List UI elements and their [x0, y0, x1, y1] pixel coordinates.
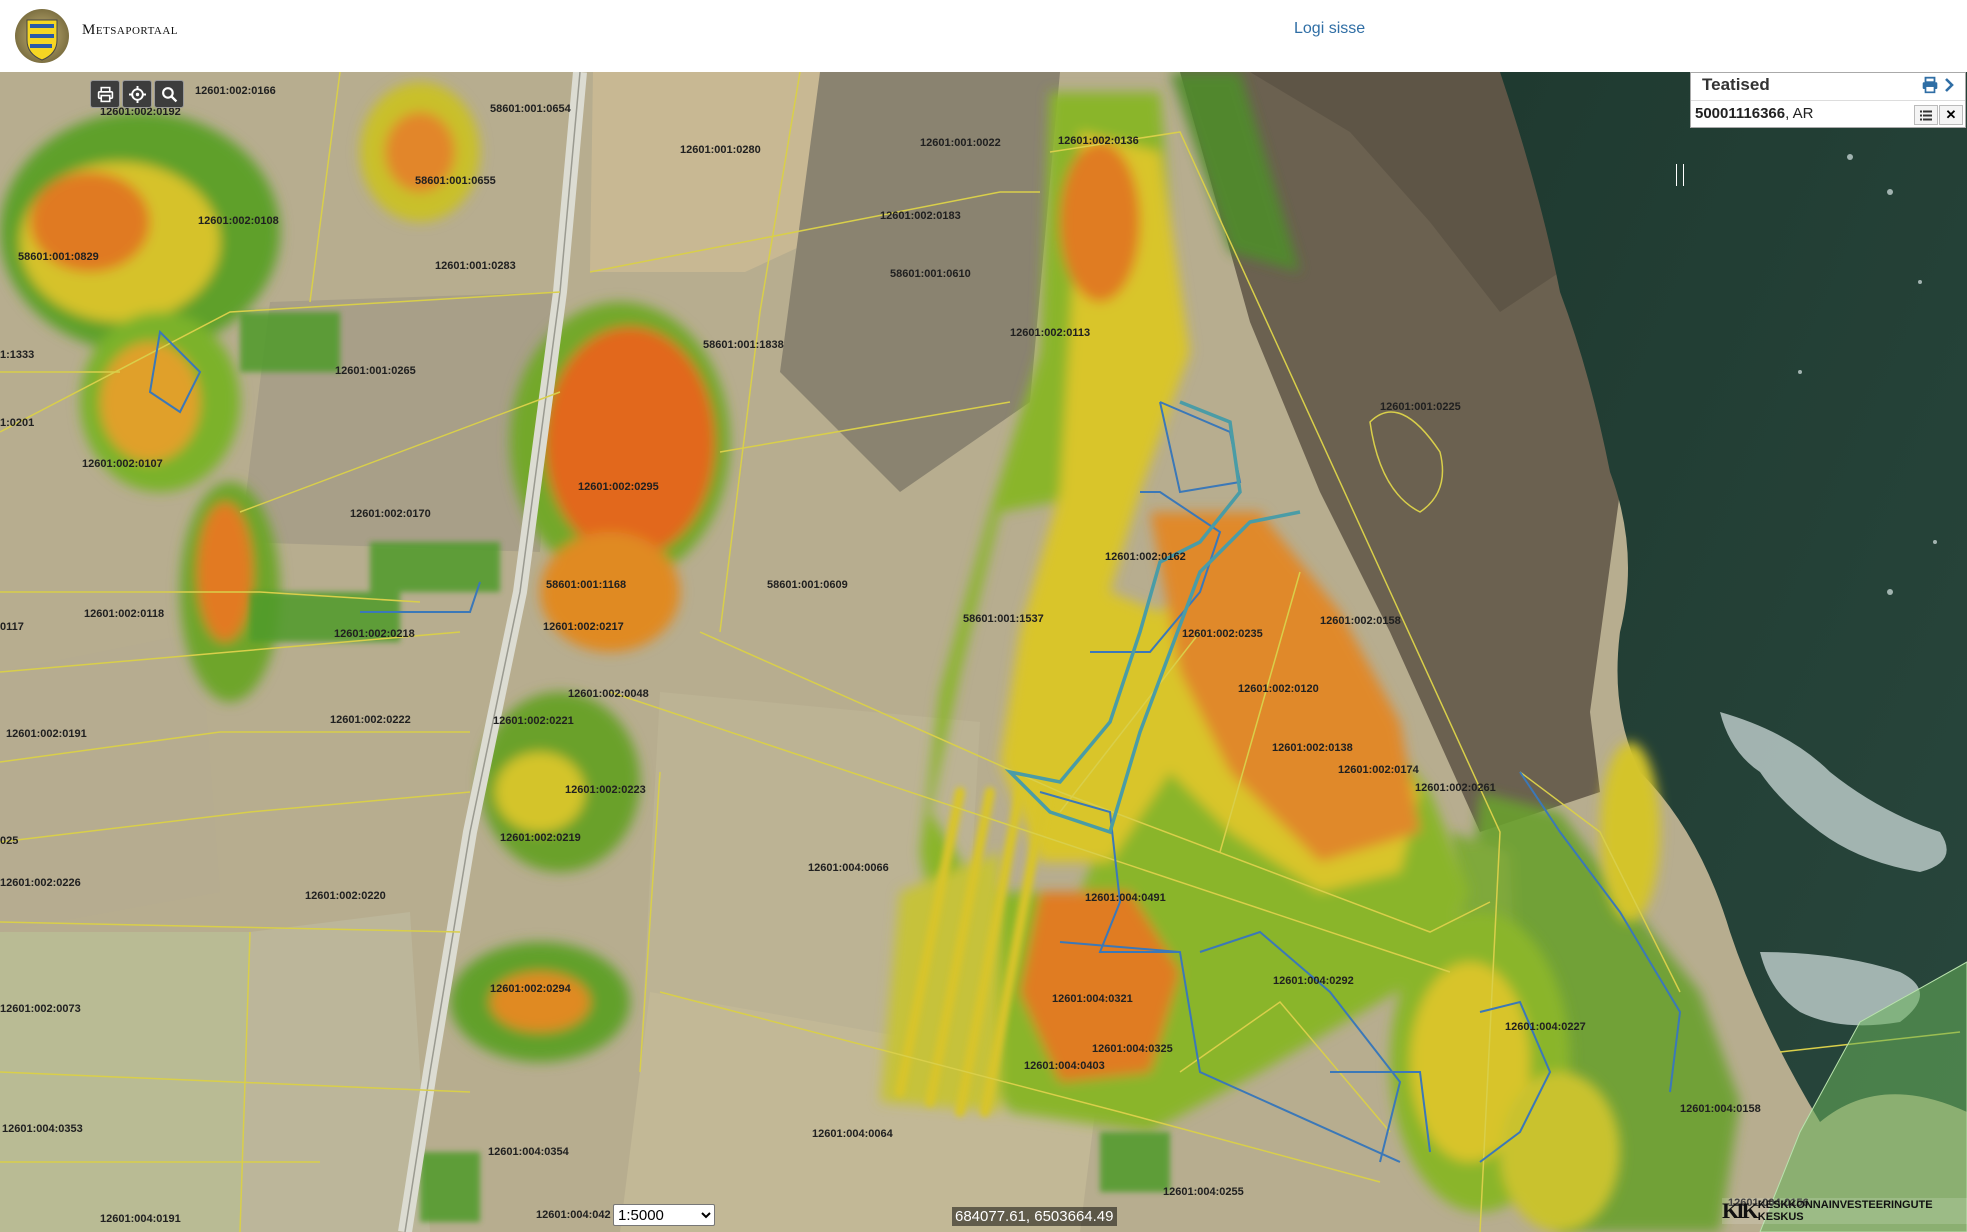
parcel-label[interactable]: 12601:002:0113	[1010, 327, 1090, 339]
parcel-label[interactable]: 12601:002:0107	[82, 458, 163, 470]
parcel-label[interactable]: 12601:002:0120	[1238, 683, 1319, 695]
parcel-label[interactable]: 58601:001:0655	[415, 175, 496, 187]
parcel-label[interactable]: 58601:001:0609	[767, 579, 848, 591]
parcel-label[interactable]: 12601:004:0325	[1092, 1043, 1173, 1055]
chevron-right-icon[interactable]	[1941, 76, 1957, 94]
cursor-coordinates: 684077.61, 6503664.49	[952, 1207, 1117, 1226]
parcel-label[interactable]: 12601:002:0220	[305, 890, 386, 902]
parcel-label[interactable]: 0117	[0, 621, 24, 633]
login-link[interactable]: Logi sisse	[1294, 20, 1365, 38]
parcel-label[interactable]: 12601:002:0223	[565, 784, 646, 796]
parcel-label[interactable]: 12601:004:0321	[1052, 993, 1133, 1005]
parcel-label[interactable]: 58601:001:0654	[490, 103, 572, 115]
parcel-label[interactable]: 12601:002:0073	[0, 1003, 81, 1015]
print-icon[interactable]	[1921, 76, 1939, 94]
parcel-label[interactable]: 12601:004:0227	[1505, 1021, 1586, 1033]
zoom-search-button[interactable]	[154, 80, 184, 108]
parcel-label[interactable]: 12601:001:0265	[335, 365, 416, 377]
list-view-button[interactable]	[1914, 105, 1938, 125]
parcel-label[interactable]: 12601:002:0158	[1320, 615, 1401, 627]
search-icon	[161, 86, 177, 102]
parcel-label[interactable]: 58601:001:0829	[18, 251, 99, 263]
notices-panel-title: Teatised	[1702, 75, 1770, 94]
parcel-label[interactable]: 12601:002:0222	[330, 714, 411, 726]
parcel-label[interactable]: 12601:002:0170	[350, 508, 431, 520]
parcel-label[interactable]: 58601:001:1168	[546, 579, 626, 591]
kik-logo-icon: KIK	[1722, 1198, 1759, 1223]
parcel-label[interactable]: 12601:002:0136	[1058, 135, 1139, 147]
credit-text: KESKKONNAINVESTEERINGUTE KESKUS	[1757, 1199, 1933, 1223]
parcel-label[interactable]: 1:0201	[0, 417, 34, 429]
parcel-label[interactable]: 12601:002:0295	[578, 481, 659, 493]
app-title: Metsaportaal	[82, 22, 179, 38]
map-toolbar	[90, 80, 184, 108]
print-icon	[97, 86, 113, 102]
notice-item[interactable]: 50001116366, AR ✕	[1691, 100, 1965, 127]
close-icon[interactable]: ✕	[1939, 105, 1963, 125]
parcel-label[interactable]: 12601:002:0183	[880, 210, 961, 222]
parcel-label[interactable]: 12601:002:0221	[493, 715, 574, 727]
orthophoto-map[interactable]: 12601:002:016612601:002:0192 58601:001:06…	[0, 72, 1967, 1232]
parcel-label[interactable]: 12601:002:0191	[6, 728, 87, 740]
notices-panel: Teatised 50001116366, AR ✕	[1690, 72, 1966, 128]
parcel-label[interactable]: 12601:004:0354	[488, 1146, 570, 1158]
parcel-label[interactable]: 12601:002:0294	[490, 983, 572, 995]
parcel-label[interactable]: 12601:004:0403	[1024, 1060, 1105, 1072]
parcel-label[interactable]: 1:1333	[0, 349, 34, 361]
parcel-label[interactable]: 12601:004:0191	[100, 1213, 181, 1225]
data-credit: KIK KESKKONNAINVESTEERINGUTE KESKUS	[1722, 1198, 1967, 1224]
parcel-label[interactable]: 12601:002:0226	[0, 877, 81, 889]
notice-type: , AR	[1785, 105, 1814, 122]
parcel-label[interactable]: 12601:002:0218	[334, 628, 415, 640]
parcel-label[interactable]: 12601:002:0118	[84, 608, 164, 620]
parcel-label[interactable]: 12601:002:0217	[543, 621, 624, 633]
parcel-label[interactable]: 12601:004:0066	[808, 862, 889, 874]
parcel-label[interactable]: 12601:001:0022	[920, 137, 1001, 149]
crosshair-icon	[128, 85, 146, 103]
parcel-label[interactable]: 12601:004:0353	[2, 1123, 83, 1135]
parcel-label[interactable]: 58601:001:0610	[890, 268, 971, 280]
parcel-label[interactable]: 12601:001:0225	[1380, 401, 1461, 413]
parcel-label[interactable]: 12601:002:0138	[1272, 742, 1353, 754]
notice-id: 50001116366	[1695, 105, 1786, 122]
top-header: Metsaportaal Logi sisse	[0, 0, 1967, 72]
parcel-label[interactable]: 12601:002:0174	[1338, 764, 1420, 776]
parcel-label[interactable]: 025	[0, 835, 18, 847]
map-view[interactable]: 12601:002:0166 12601:002:0192 58601:001:06…	[0, 72, 1967, 1232]
parcel-label[interactable]: 12601:002:0166	[195, 85, 276, 97]
parcel-label[interactable]: 58601:001:1838	[703, 339, 784, 351]
parcel-label[interactable]: 12601:004:0255	[1163, 1186, 1244, 1198]
scale-select[interactable]: 1:5000	[613, 1204, 715, 1226]
parcel-label[interactable]: 12601:001:0283	[435, 260, 516, 272]
panel-resize-handle[interactable]	[1676, 164, 1684, 186]
parcel-label[interactable]: 12601:004:042	[536, 1209, 611, 1221]
parcel-label[interactable]: 12601:001:0280	[680, 144, 761, 156]
parcel-label[interactable]: 12601:004:0064	[812, 1128, 894, 1140]
parcel-label[interactable]: 12601:002:0235	[1182, 628, 1263, 640]
parcel-label[interactable]: 12601:004:0491	[1085, 892, 1166, 904]
parcel-label[interactable]: 12601:002:0219	[500, 832, 581, 844]
parcel-label[interactable]: 12601:004:0158	[1680, 1103, 1761, 1115]
parcel-label[interactable]: 12601:004:0292	[1273, 975, 1354, 987]
parcel-label[interactable]: 12601:002:0162	[1105, 551, 1186, 563]
parcel-label[interactable]: 12601:002:0108	[198, 215, 279, 227]
parcel-label[interactable]: 58601:001:1537	[963, 613, 1044, 625]
parcel-label[interactable]: 12601:002:0048	[568, 688, 649, 700]
locate-button[interactable]	[122, 80, 152, 108]
estonian-coat-of-arms-icon[interactable]	[14, 6, 70, 66]
list-icon	[1920, 110, 1932, 120]
print-map-button[interactable]	[90, 80, 120, 108]
parcel-label[interactable]: 12601:002:0261	[1415, 782, 1496, 794]
